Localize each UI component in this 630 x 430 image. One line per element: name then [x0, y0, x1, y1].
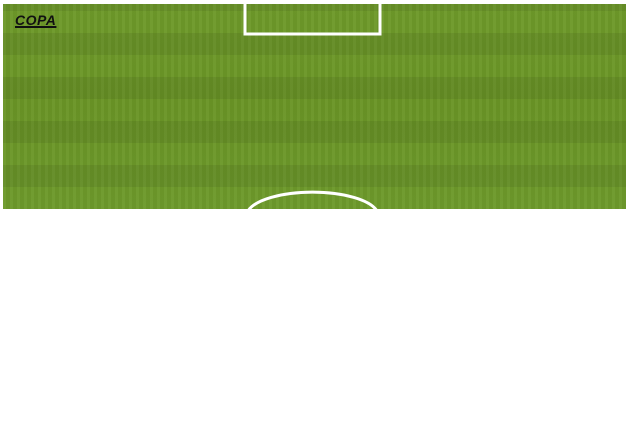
soccer-pitch: COPA: [3, 3, 627, 209]
center-circle-arc: [247, 190, 378, 209]
pitch-border-top: [3, 2, 628, 4]
pitch-markings: [243, 3, 382, 209]
goal-area-box: [243, 3, 382, 36]
pitch-border-right: [626, 2, 628, 209]
copa-logo: COPA: [15, 12, 57, 28]
game-stage: COPA: [0, 0, 630, 430]
